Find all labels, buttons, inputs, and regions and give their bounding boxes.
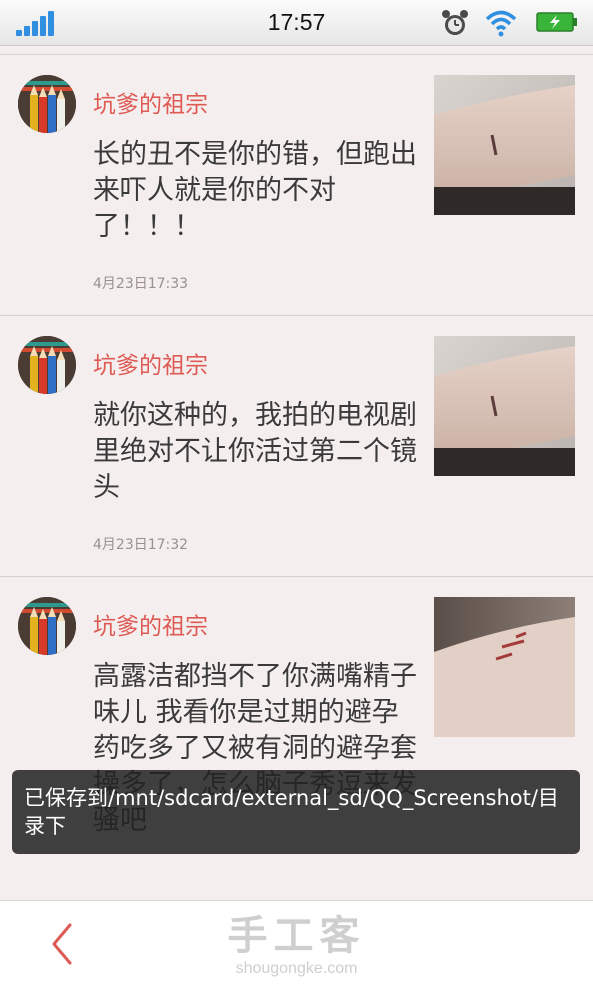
comment-item: 坑爹的祖宗 就你这种的，我拍的电视剧里绝对不让你活过第二个镜头 4月23日17:… — [0, 316, 593, 577]
watermark-logo: 手工客 — [227, 913, 366, 959]
comment-time: 4月23日17:33 — [93, 276, 189, 292]
comment-time: 4月23日17:32 — [93, 537, 189, 553]
avatar[interactable] — [18, 336, 76, 394]
avatar[interactable] — [18, 597, 76, 655]
comment-item: 坑爹的祖宗 长的丑不是你的错，但跑出来吓人就是你的不对了！！！ 4月23日17:… — [0, 55, 593, 316]
user-name[interactable]: 坑爹的祖宗 — [93, 346, 208, 380]
watermark-url: shougongke.com — [235, 960, 358, 977]
photo-thumbnail[interactable] — [434, 336, 575, 476]
comment-text: 长的丑不是你的错，但跑出来吓人就是你的不对了！！！ — [93, 139, 417, 242]
user-name[interactable]: 坑爹的祖宗 — [93, 607, 208, 641]
toast-message: 已保存到/mnt/sdcard/external_sd/QQ_Screensho… — [12, 770, 580, 854]
comment-text: 就你这种的，我拍的电视剧里绝对不让你活过第二个镜头 — [93, 400, 417, 503]
user-name[interactable]: 坑爹的祖宗 — [93, 85, 208, 119]
watermark: 手工客 shougongke.com — [0, 913, 593, 979]
photo-thumbnail[interactable] — [434, 75, 575, 215]
avatar[interactable] — [18, 75, 76, 133]
wifi-icon — [485, 10, 517, 37]
bottom-bar: 手工客 shougongke.com — [0, 900, 593, 988]
status-bar: 17:57 — [0, 0, 593, 46]
alarm-clock-icon — [442, 10, 468, 35]
photo-thumbnail[interactable] — [434, 597, 575, 737]
battery-charging-icon — [536, 12, 577, 32]
